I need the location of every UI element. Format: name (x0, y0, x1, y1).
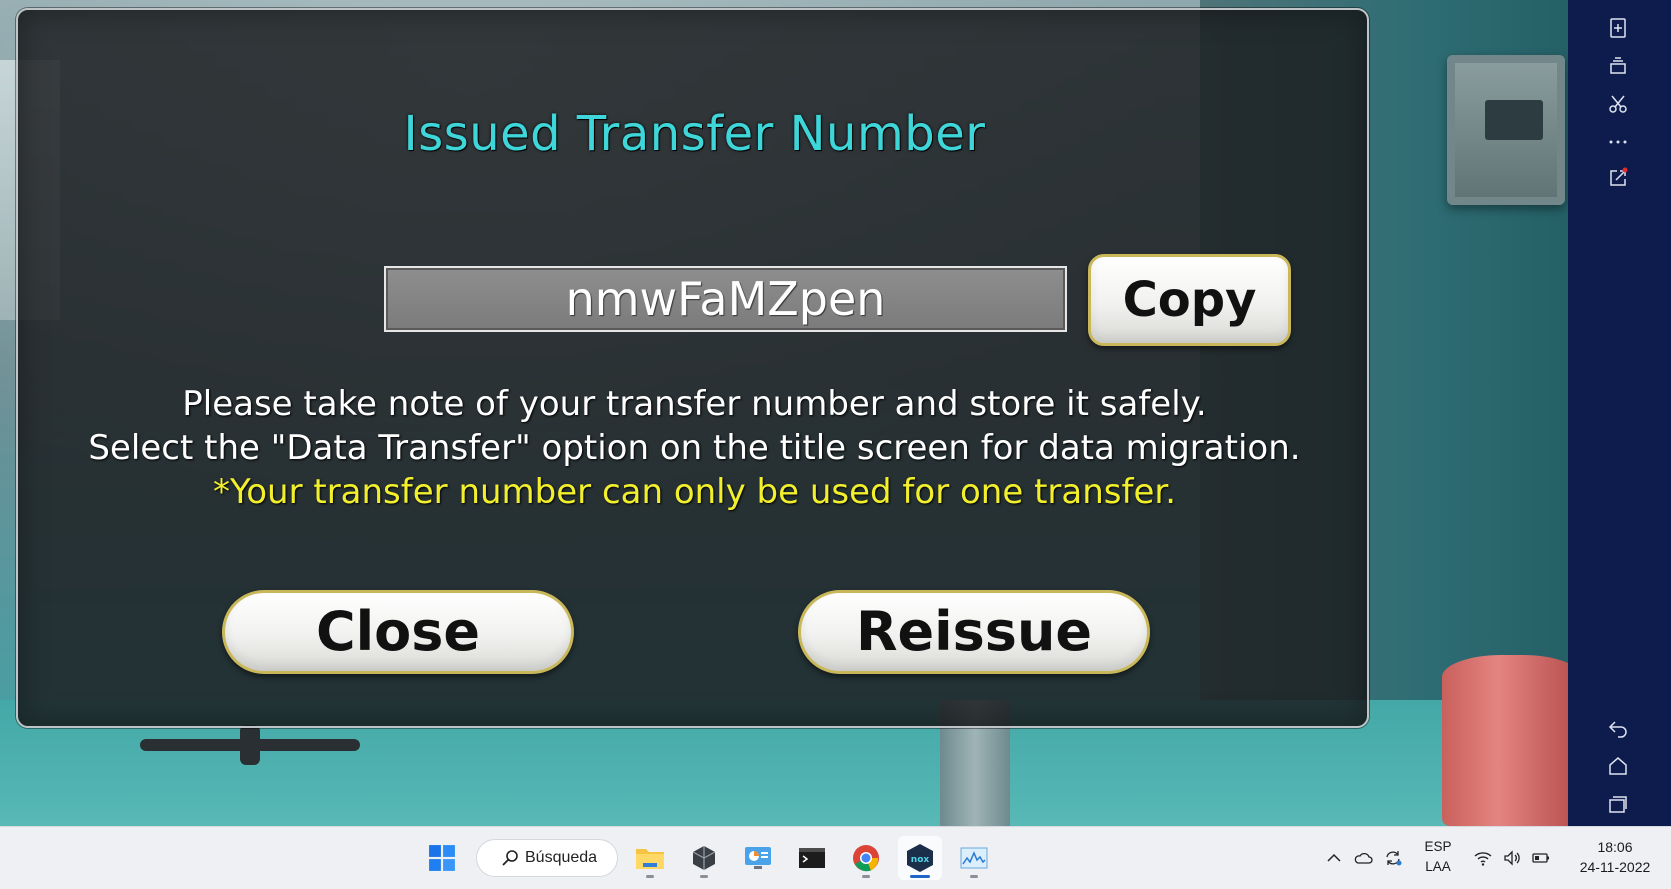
instruction-text-2: Select the "Data Transfer" option on the… (88, 428, 1301, 468)
chevron-up-icon[interactable] (1321, 845, 1347, 871)
language-indicator[interactable]: ESP LAA (1418, 837, 1458, 877)
instruction-text-1: Please take note of your transfer number… (182, 384, 1207, 424)
transfer-number-dialog: Issued Transfer Number nmwFaMZpen Copy P… (16, 8, 1369, 728)
chrome-icon[interactable] (844, 836, 888, 880)
keyboard-layout: LAA (1425, 859, 1451, 874)
resource-monitor-icon[interactable] (952, 836, 996, 880)
svg-text:nox: nox (911, 855, 930, 865)
more-icon[interactable] (1598, 126, 1638, 158)
popout-icon[interactable] (1598, 162, 1638, 194)
multi-instance-icon[interactable] (1598, 50, 1638, 82)
emulator-sidebar (1568, 0, 1671, 826)
control-panel-icon[interactable] (736, 836, 780, 880)
search-icon (502, 850, 518, 866)
unity-icon[interactable] (682, 836, 726, 880)
back-icon[interactable] (1598, 712, 1638, 744)
copy-button[interactable]: Copy (1088, 254, 1291, 346)
nox-icon[interactable]: nox (898, 836, 942, 880)
onedrive-icon[interactable] (1350, 845, 1376, 871)
transfer-number-field[interactable]: nmwFaMZpen (384, 266, 1067, 332)
windows-taskbar: Búsqueda nox ESP LAA 18:06 24-11-2022 (0, 826, 1671, 889)
search-label: Búsqueda (525, 849, 598, 866)
home-icon[interactable] (1598, 750, 1638, 782)
battery-icon[interactable] (1528, 845, 1554, 871)
taskbar-search[interactable]: Búsqueda (476, 839, 618, 877)
clock-date: 24-11-2022 (1579, 859, 1651, 875)
reissue-button[interactable]: Reissue (798, 590, 1150, 674)
warning-text: *Your transfer number can only be used f… (212, 472, 1177, 512)
close-button[interactable]: Close (222, 590, 574, 674)
terminal-icon[interactable] (790, 836, 834, 880)
clock-time: 18:06 (1597, 839, 1633, 855)
system-clock[interactable]: 18:06 24-11-2022 (1570, 837, 1660, 877)
dialog-title: Issued Transfer Number (403, 106, 986, 162)
scene-stool (1442, 655, 1568, 826)
scene-chair-base (140, 725, 360, 765)
language-code: ESP (1424, 839, 1452, 854)
game-viewport: Issued Transfer Number nmwFaMZpen Copy P… (0, 0, 1568, 826)
sync-icon[interactable] (1380, 845, 1406, 871)
file-explorer-icon[interactable] (628, 836, 672, 880)
start-icon[interactable] (420, 836, 464, 880)
apk-install-icon[interactable] (1598, 12, 1638, 44)
scene-wall-vent (1447, 55, 1565, 205)
screenshot-icon[interactable] (1598, 88, 1638, 120)
recent-apps-icon[interactable] (1598, 788, 1638, 820)
volume-icon[interactable] (1499, 845, 1525, 871)
wifi-icon[interactable] (1470, 845, 1496, 871)
